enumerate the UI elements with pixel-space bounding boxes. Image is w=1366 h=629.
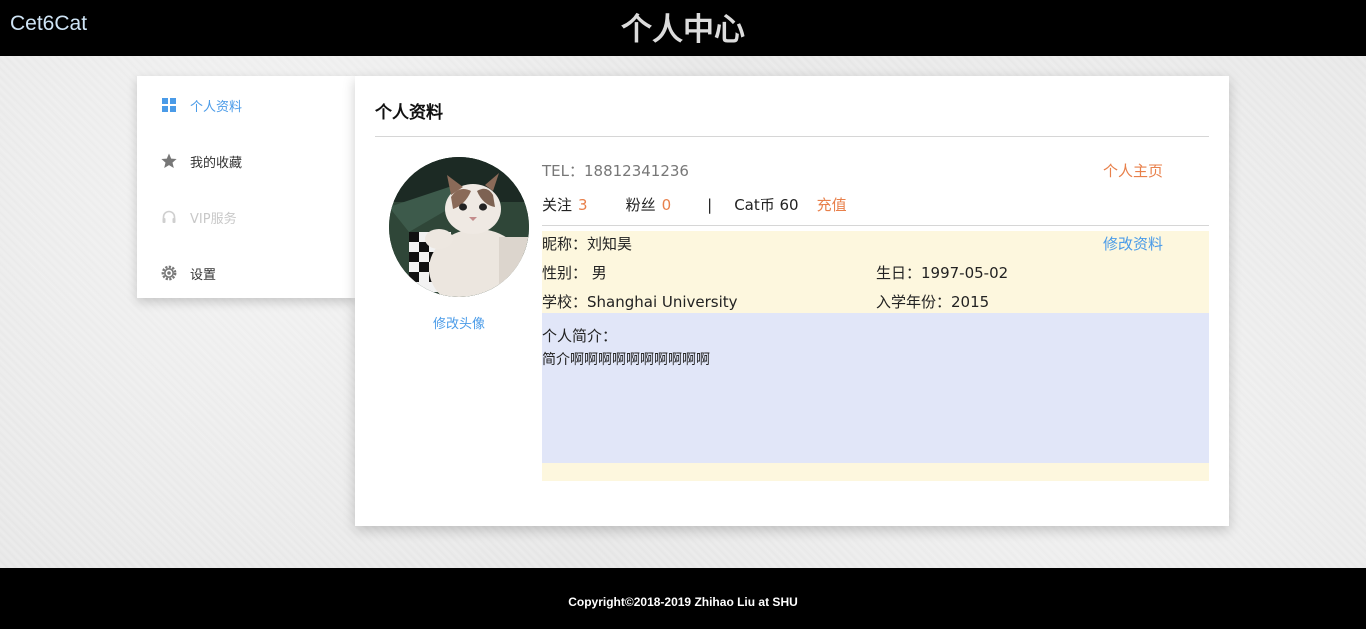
bio-text: 简介啊啊啊啊啊啊啊啊啊啊 [542,352,710,368]
bio-box: 个人简介： 简介啊啊啊啊啊啊啊啊啊啊 [542,313,1209,463]
avatar [389,157,529,297]
sidebar: 个人资料 我的收藏 VIP服务 设置 [137,76,355,298]
nickname: 昵称：刘知昊 [542,235,633,253]
phone-number: TEL：18812341236 [542,162,689,180]
grid-icon [161,97,177,113]
homepage-link[interactable]: 个人主页 [1103,160,1163,181]
birthday: 生日：1997-05-02 [876,264,1009,282]
divider [542,225,1209,226]
sidebar-item-label: 个人资料 [190,99,243,115]
fans-count[interactable]: 0 [662,196,672,214]
sidebar-item-label: 设置 [190,267,217,283]
sidebar-item-settings[interactable]: 设置 [137,245,355,301]
sidebar-item-profile[interactable]: 个人资料 [137,77,355,133]
divider [375,136,1209,137]
sidebar-item-label: 我的收藏 [190,155,243,171]
coin-balance: Cat币 60 [734,196,799,214]
stats-separator: | [707,195,713,214]
sidebar-item-label: VIP服务 [190,211,237,227]
school: 学校：Shanghai University [542,293,738,311]
headset-icon [161,209,177,225]
change-avatar-link[interactable]: 修改头像 [355,313,563,332]
profile-panel: 个人资料 修改头像 TEL：18812341236 个人主页 关注 3 粉丝 0… [355,76,1229,526]
fans-label[interactable]: 粉丝 [626,194,656,215]
page-title: 个人中心 [621,12,745,48]
follow-label[interactable]: 关注 [542,194,572,215]
star-icon [161,153,177,169]
user-stats: 关注 3 粉丝 0 | Cat币 60 充值 [542,194,847,215]
top-bar: Cet6Cat 个人中心 [0,0,1366,56]
copyright-text: Copyright©2018-2019 Zhihao Liu at SHU [568,595,798,609]
edit-profile-link[interactable]: 修改资料 [1103,233,1163,254]
bio-label: 个人简介： [542,327,618,345]
sidebar-item-vip[interactable]: VIP服务 [137,189,355,245]
sidebar-item-favorites[interactable]: 我的收藏 [137,133,355,189]
profile-info-box: 昵称：刘知昊 修改资料 性别： 男 生日：1997-05-02 学校：Shang… [542,231,1209,481]
gear-icon [161,265,177,281]
recharge-link[interactable]: 充值 [817,194,847,215]
footer: Copyright©2018-2019 Zhihao Liu at SHU [0,568,1366,629]
enroll-year: 入学年份：2015 [876,293,990,311]
section-heading: 个人资料 [375,103,443,123]
gender: 性别： 男 [542,264,607,282]
follow-count[interactable]: 3 [578,196,588,214]
